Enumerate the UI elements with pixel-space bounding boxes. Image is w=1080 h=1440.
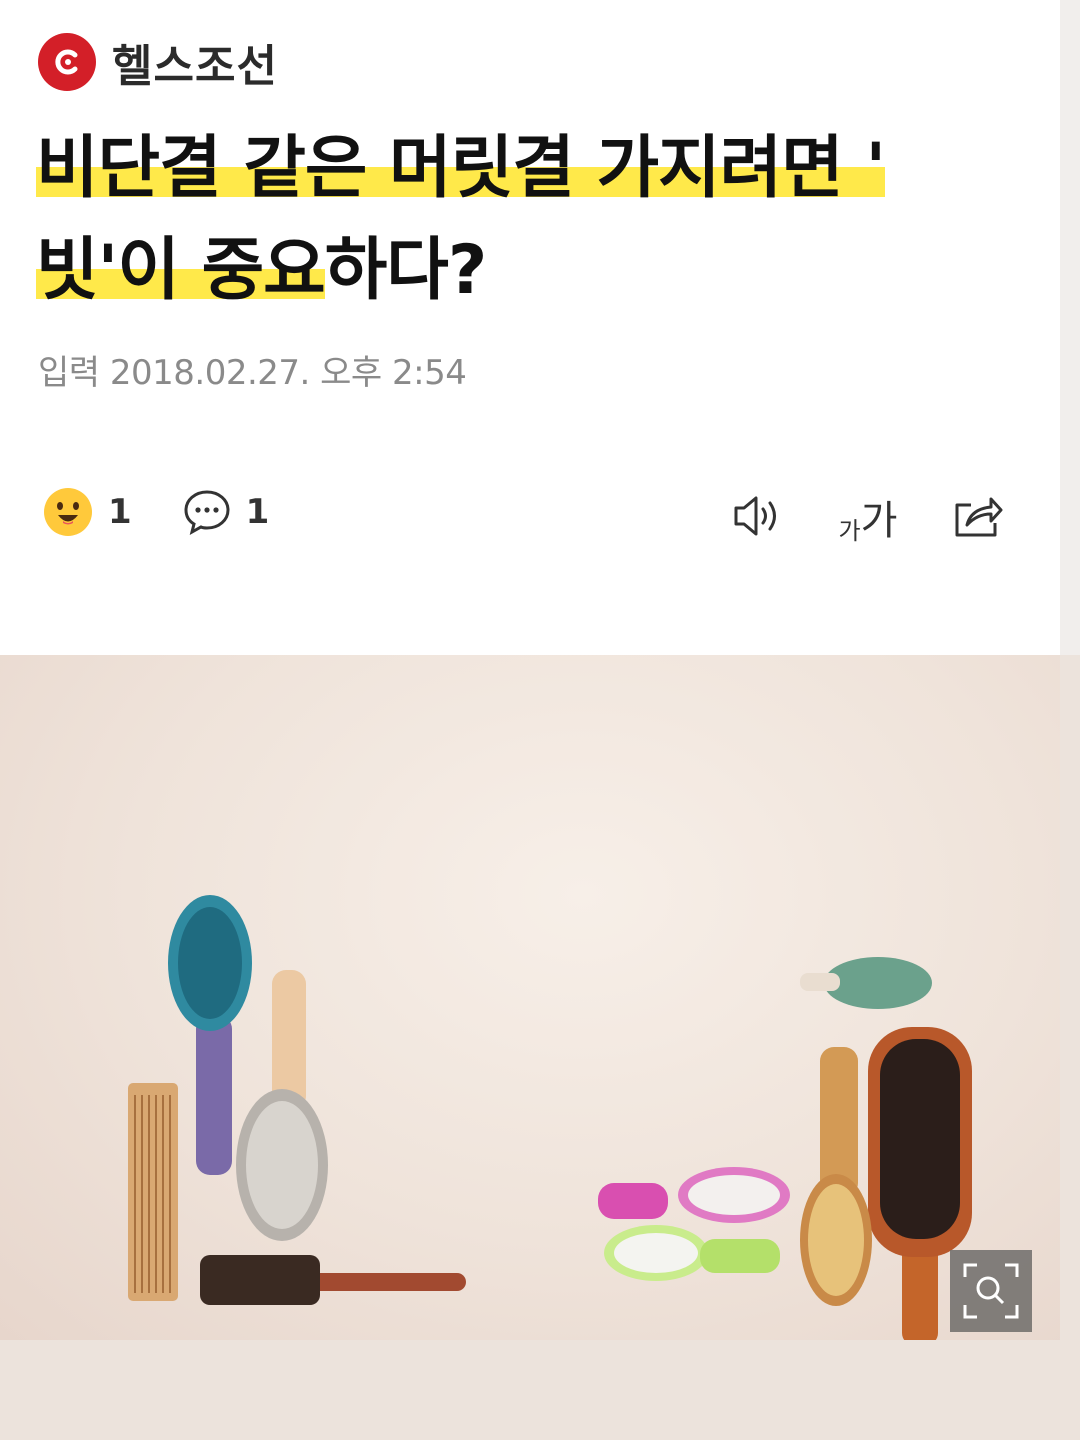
share-button[interactable]	[948, 486, 1008, 546]
font-size-small-label: 가	[838, 517, 861, 545]
font-size-large-label: 가	[860, 498, 898, 544]
speaker-icon	[734, 496, 776, 536]
comment-count: 1	[245, 492, 270, 532]
title-line2-highlight: 빗'이 중요	[36, 231, 326, 310]
article-photo[interactable]	[0, 655, 1060, 1340]
title-line1: 비단결 같은 머릿결 가지려면 '	[36, 129, 886, 208]
hairbrush-illustration	[128, 895, 972, 1340]
article-header-card	[0, 0, 1060, 655]
published-date: 입력 2018.02.27. 오후 2:54	[38, 353, 467, 393]
emoji-count: 1	[108, 492, 132, 532]
share-icon	[955, 497, 1003, 537]
tts-button[interactable]	[728, 486, 788, 546]
zoom-icon	[963, 1263, 1019, 1319]
page-edge	[1060, 0, 1080, 655]
font-size-button[interactable]: 가가	[838, 486, 898, 546]
brand-name: 헬스조선	[112, 41, 278, 92]
title-line2-rest: 하다?	[324, 231, 488, 310]
emoji-reaction-button[interactable]: 1	[42, 486, 132, 538]
smile-emoji-icon	[44, 488, 92, 536]
comment-icon	[184, 490, 230, 535]
article-tools: 가가	[728, 486, 1008, 546]
brand-header[interactable]: 헬스조선	[38, 30, 278, 94]
article-title: 비단결 같은 머릿결 가지려면 ' 빗'이 중요하다?	[36, 118, 976, 322]
comment-button[interactable]: 1	[182, 487, 270, 537]
reaction-bar: 1 1	[42, 486, 319, 538]
image-zoom-button[interactable]	[950, 1250, 1032, 1332]
chosun-logo-icon	[38, 33, 96, 91]
